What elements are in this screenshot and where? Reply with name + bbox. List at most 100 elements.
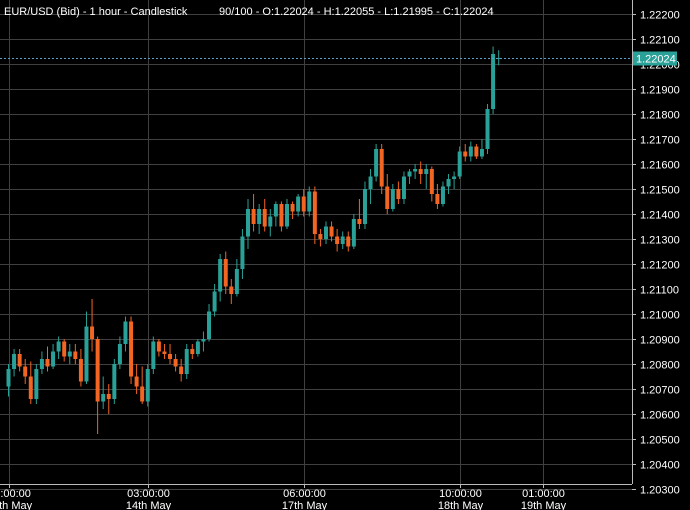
- candle-body[interactable]: [368, 176, 373, 190]
- candle-body[interactable]: [468, 146, 473, 157]
- candle-body[interactable]: [28, 376, 33, 400]
- candle-body[interactable]: [307, 191, 312, 212]
- candle-body[interactable]: [262, 209, 267, 227]
- candle[interactable]: [491, 46, 496, 115]
- candle-body[interactable]: [6, 369, 11, 387]
- candle-body[interactable]: [290, 204, 295, 212]
- candle[interactable]: [195, 339, 200, 357]
- candle-body[interactable]: [273, 204, 278, 217]
- candle[interactable]: [112, 359, 117, 404]
- candle-body[interactable]: [145, 369, 150, 402]
- candle-body[interactable]: [34, 369, 39, 399]
- candle-body[interactable]: [112, 364, 117, 399]
- candle-body[interactable]: [329, 226, 334, 237]
- candle-body[interactable]: [440, 186, 445, 205]
- candle-body[interactable]: [390, 189, 395, 209]
- candle-body[interactable]: [117, 344, 122, 364]
- candle-body[interactable]: [23, 366, 28, 377]
- candle-body[interactable]: [479, 149, 484, 157]
- candle-body[interactable]: [201, 339, 206, 342]
- candle-body[interactable]: [106, 394, 111, 399]
- candle[interactable]: [34, 364, 39, 404]
- candle-body[interactable]: [474, 146, 479, 157]
- candle[interactable]: [151, 336, 156, 375]
- candle-body[interactable]: [285, 204, 289, 227]
- candle-body[interactable]: [446, 179, 451, 187]
- candle-body[interactable]: [56, 341, 61, 352]
- candle-body[interactable]: [67, 351, 72, 357]
- candle-body[interactable]: [156, 341, 161, 352]
- candle-body[interactable]: [463, 151, 468, 157]
- candle-body[interactable]: [151, 341, 156, 370]
- candle-body[interactable]: [134, 376, 139, 387]
- candle-body[interactable]: [246, 209, 251, 237]
- candle-body[interactable]: [435, 194, 440, 204]
- candle-body[interactable]: [362, 189, 367, 224]
- candle-body[interactable]: [173, 359, 178, 367]
- candle-body[interactable]: [413, 169, 418, 172]
- candle-body[interactable]: [45, 359, 50, 367]
- candle[interactable]: [379, 144, 384, 194]
- candle-body[interactable]: [296, 196, 301, 212]
- candle-body[interactable]: [218, 259, 223, 292]
- candle-body[interactable]: [257, 209, 262, 224]
- candle[interactable]: [145, 364, 150, 407]
- candle-body[interactable]: [51, 351, 56, 367]
- candle-body[interactable]: [374, 149, 379, 177]
- candle-body[interactable]: [407, 171, 412, 177]
- candle-body[interactable]: [129, 321, 134, 377]
- candle-body[interactable]: [340, 236, 345, 245]
- candle-body[interactable]: [401, 176, 406, 200]
- candlestick-chart[interactable]: 1.20300 1.20400 1.20500 1.20600 1.20700 1.208…: [0, 0, 690, 510]
- candle-body[interactable]: [207, 311, 212, 340]
- candle-body[interactable]: [346, 236, 351, 247]
- candle-body[interactable]: [379, 149, 384, 187]
- candle-body[interactable]: [78, 359, 83, 382]
- candle-body[interactable]: [279, 204, 284, 227]
- candle-body[interactable]: [357, 219, 362, 224]
- candle-body[interactable]: [39, 359, 44, 369]
- candle-body[interactable]: [485, 109, 490, 149]
- candle-body[interactable]: [168, 354, 173, 359]
- candle-body[interactable]: [351, 219, 356, 247]
- candle-body[interactable]: [251, 209, 256, 224]
- candle-body[interactable]: [491, 54, 496, 109]
- candle-body[interactable]: [335, 236, 340, 245]
- candle-body[interactable]: [240, 236, 245, 270]
- candle-body[interactable]: [418, 169, 423, 174]
- candle[interactable]: [374, 144, 379, 182]
- candle-body[interactable]: [84, 326, 89, 382]
- candle-body[interactable]: [268, 216, 273, 227]
- candle-body[interactable]: [212, 291, 217, 312]
- candle-body[interactable]: [234, 269, 239, 294]
- candle-body[interactable]: [140, 386, 145, 402]
- candle-body[interactable]: [229, 286, 234, 295]
- candle-body[interactable]: [312, 191, 317, 235]
- candle[interactable]: [129, 316, 134, 385]
- candle-body[interactable]: [73, 351, 78, 360]
- candle-body[interactable]: [318, 234, 323, 239]
- candle-body[interactable]: [90, 326, 95, 340]
- candle-body[interactable]: [184, 349, 189, 374]
- candle-body[interactable]: [101, 394, 106, 402]
- candle-body[interactable]: [452, 176, 457, 180]
- candle-body[interactable]: [95, 339, 100, 402]
- candle-body[interactable]: [12, 354, 17, 369]
- candle-body[interactable]: [223, 259, 228, 287]
- candle-body[interactable]: [385, 186, 390, 210]
- candle[interactable]: [485, 104, 490, 154]
- candle-body[interactable]: [396, 189, 401, 199]
- candle-body[interactable]: [162, 351, 167, 355]
- candle-body[interactable]: [17, 354, 22, 367]
- candle-body[interactable]: [457, 151, 462, 177]
- candle-body[interactable]: [179, 366, 184, 375]
- candle-body[interactable]: [195, 341, 200, 355]
- candle[interactable]: [351, 214, 356, 249]
- candle-body[interactable]: [62, 341, 67, 357]
- candle[interactable]: [184, 344, 189, 379]
- candle-body[interactable]: [424, 169, 429, 174]
- candle-body[interactable]: [323, 226, 328, 240]
- candle-body[interactable]: [123, 321, 128, 345]
- candle-body[interactable]: [190, 349, 195, 354]
- candle-body[interactable]: [429, 169, 434, 194]
